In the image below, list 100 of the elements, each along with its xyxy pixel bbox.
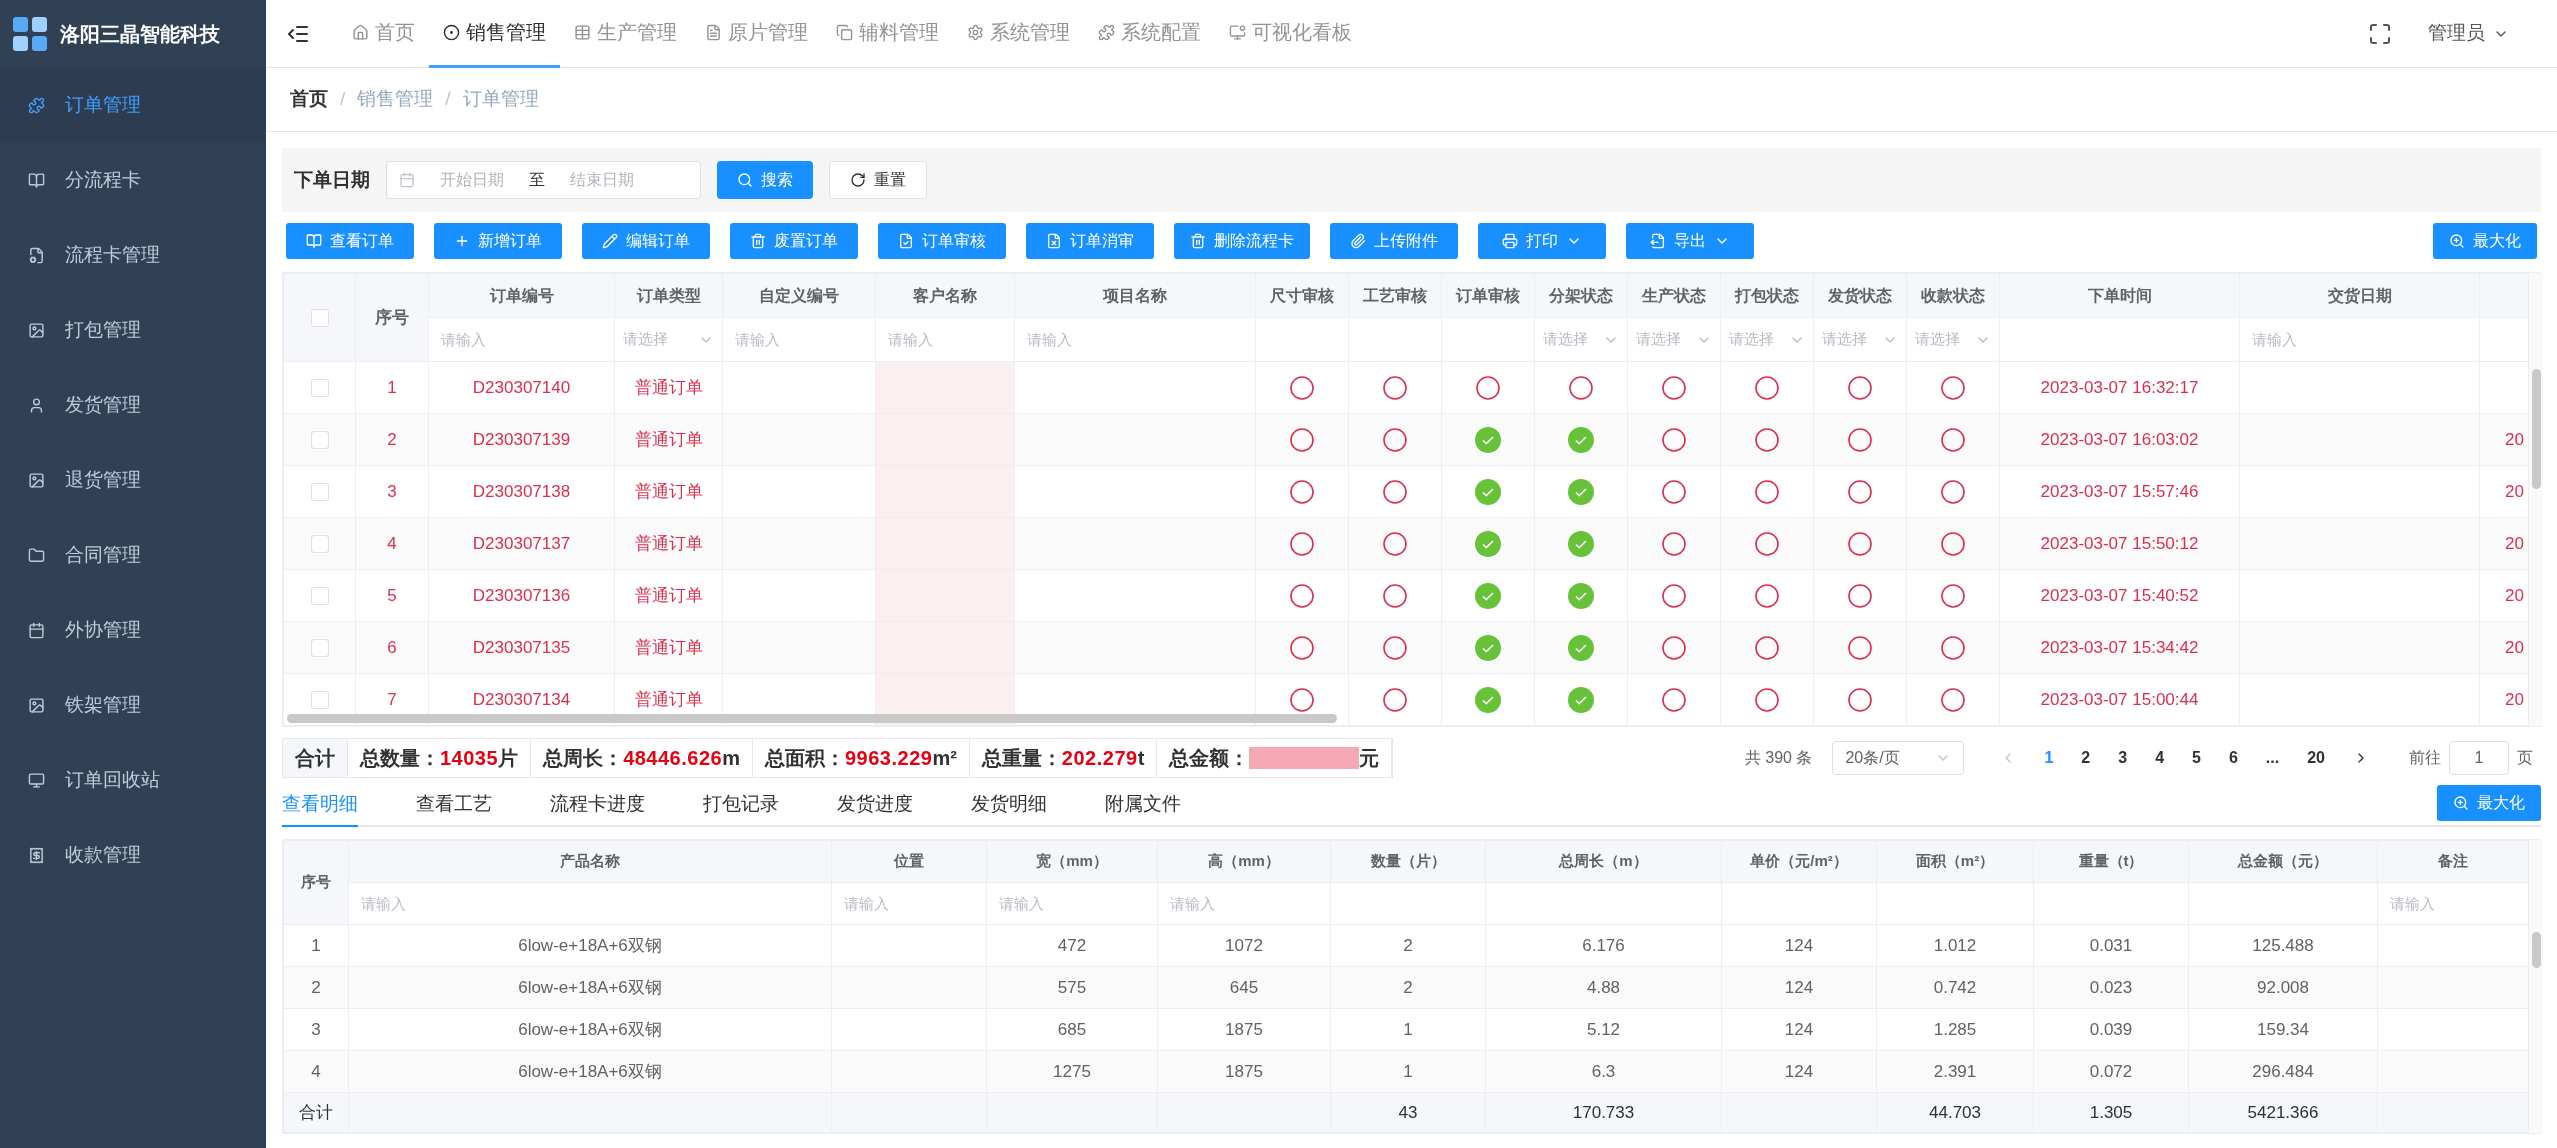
maximize-button[interactable]: 最大化	[2437, 785, 2541, 821]
plus-icon	[454, 233, 470, 249]
logo-icon	[12, 16, 48, 52]
sidebar-item[interactable]: 发货管理	[0, 368, 266, 443]
footer-cell: 1.305	[2089, 1102, 2133, 1122]
breadcrumb-link[interactable]: 首页	[290, 85, 328, 114]
sidebar-item[interactable]: 外协管理	[0, 593, 266, 668]
nav-tab[interactable]: 首页	[338, 0, 429, 68]
page-number[interactable]: 5	[2188, 746, 2205, 770]
detail-tab[interactable]: 发货明细	[971, 783, 1047, 827]
checkbox[interactable]	[310, 431, 329, 450]
toolbar-button[interactable]: 查看订单	[286, 223, 414, 259]
breadcrumb-link[interactable]: 订单管理	[462, 85, 539, 114]
table-cell: 685	[1057, 1019, 1087, 1039]
sidebar-item[interactable]: 分流程卡	[0, 143, 266, 218]
page-number[interactable]: 20	[2303, 746, 2329, 770]
checkbox[interactable]	[310, 309, 329, 328]
nav-tab[interactable]: 销售管理	[429, 0, 560, 68]
toolbar-button[interactable]: 新增订单	[434, 223, 562, 259]
nav-tab[interactable]: 系统管理	[953, 0, 1084, 68]
table-cell: 4	[311, 1061, 321, 1081]
sidebar-item[interactable]: 退货管理	[0, 443, 266, 518]
checkbox[interactable]	[310, 535, 329, 554]
table-cell: 0.072	[2089, 1061, 2133, 1081]
detail-tab[interactable]: 打包记录	[703, 783, 779, 827]
vertical-scrollbar-thumb[interactable]	[2532, 932, 2541, 968]
toolbar-button[interactable]: 打印	[1478, 223, 1606, 259]
detail-tab[interactable]: 查看明细	[282, 783, 358, 827]
page-number[interactable]: 6	[2224, 746, 2242, 770]
date-range-field[interactable]: 开始日期 至 结束日期	[386, 161, 701, 199]
page-ellipsis: ...	[2264, 748, 2281, 768]
toolbar-button[interactable]: 订单审核	[878, 223, 1006, 259]
page-number[interactable]: 4	[2151, 746, 2169, 770]
start-date-input[interactable]: 开始日期	[427, 168, 517, 192]
column-header: 发货状态	[1828, 286, 1892, 304]
column-header: 数量（片）	[1370, 852, 1446, 870]
checkbox[interactable]	[310, 483, 329, 502]
table-cell: 6low-e+18A+6双钢	[518, 1061, 662, 1081]
nav-tab[interactable]: 辅料管理	[822, 0, 953, 68]
detail-tab[interactable]: 发货进度	[837, 783, 913, 827]
search-button[interactable]: 搜索	[717, 161, 813, 199]
sidebar-item[interactable]: 订单回收站	[0, 743, 266, 818]
checkbox[interactable]	[310, 691, 329, 710]
nav-tab[interactable]: 系统配置	[1084, 0, 1215, 68]
breadcrumb-separator: /	[445, 87, 451, 112]
horizontal-scrollbar-thumb[interactable]	[287, 714, 1337, 723]
table-cell: 2023-03-07 16:32:17	[2040, 377, 2199, 397]
nav-tab[interactable]: 原片管理	[691, 0, 822, 68]
brand-name: 洛阳三晶智能科技	[60, 22, 220, 47]
column-header: 订单类型	[636, 286, 701, 304]
table-cell: 6low-e+18A+6双钢	[518, 1019, 662, 1039]
nav-tab[interactable]: 生产管理	[560, 0, 691, 68]
page-size-select[interactable]: 20条/页	[1832, 741, 1965, 775]
toolbar-button[interactable]: 删除流程卡	[1174, 223, 1310, 259]
table-icon	[574, 23, 591, 41]
calendar-icon	[399, 172, 415, 188]
column-header: 位置	[894, 852, 924, 870]
page-number[interactable]: 2	[2077, 746, 2095, 770]
vertical-scrollbar-thumb[interactable]	[2532, 369, 2541, 489]
reset-button[interactable]: 重置	[829, 161, 927, 199]
nav-tab[interactable]: 可视化看板	[1215, 0, 1366, 68]
sidebar-item[interactable]: 订单管理	[0, 68, 266, 143]
page-input[interactable]: 1	[2449, 741, 2509, 775]
toolbar-button[interactable]: 上传附件	[1330, 223, 1458, 259]
person-icon	[28, 397, 45, 414]
table-cell: 4	[387, 533, 397, 553]
breadcrumb-link[interactable]: 销售管理	[357, 85, 434, 114]
page-number[interactable]: 3	[2114, 746, 2132, 770]
user-menu[interactable]: 管理员	[2428, 19, 2509, 48]
end-date-input[interactable]: 结束日期	[557, 168, 647, 192]
toolbar-button[interactable]: 废置订单	[730, 223, 858, 259]
sidebar-item[interactable]: 收款管理	[0, 818, 266, 893]
detail-tab[interactable]: 附属文件	[1105, 783, 1181, 827]
table-cell: 1072	[1225, 935, 1263, 955]
checkbox[interactable]	[310, 379, 329, 398]
toolbar-button[interactable]: 导出	[1626, 223, 1754, 259]
zoom-in-icon	[2453, 795, 2469, 811]
sidebar-item[interactable]: 流程卡管理	[0, 218, 266, 293]
summary-item: 总数量：14035片	[348, 739, 532, 777]
maximize-button[interactable]: 最大化	[2433, 223, 2537, 259]
sidebar-item[interactable]: 合同管理	[0, 518, 266, 593]
sidebar-item[interactable]: 打包管理	[0, 293, 266, 368]
page-number[interactable]: 1	[2040, 746, 2058, 770]
table-cell: D230307137	[472, 533, 571, 553]
table-cell: 6.3	[1591, 1061, 1616, 1081]
checkbox[interactable]	[310, 639, 329, 658]
column-header: 打包状态	[1735, 286, 1799, 304]
table-cell: 普通订单	[634, 637, 703, 657]
detail-tab[interactable]: 查看工艺	[416, 783, 492, 827]
checkbox[interactable]	[310, 587, 329, 606]
calendar-icon	[28, 622, 45, 639]
toolbar-button[interactable]: 订单消审	[1026, 223, 1154, 259]
table-cell: 125.488	[2252, 935, 2314, 955]
column-header: 订单审核	[1456, 286, 1520, 304]
detail-tab[interactable]: 流程卡进度	[550, 783, 645, 827]
toolbar-button[interactable]: 编辑订单	[582, 223, 710, 259]
sidebar-item[interactable]: 铁架管理	[0, 668, 266, 743]
column-header: 工艺审核	[1363, 286, 1427, 304]
table-cell: 2	[311, 977, 321, 997]
column-header: 序号	[375, 307, 409, 327]
